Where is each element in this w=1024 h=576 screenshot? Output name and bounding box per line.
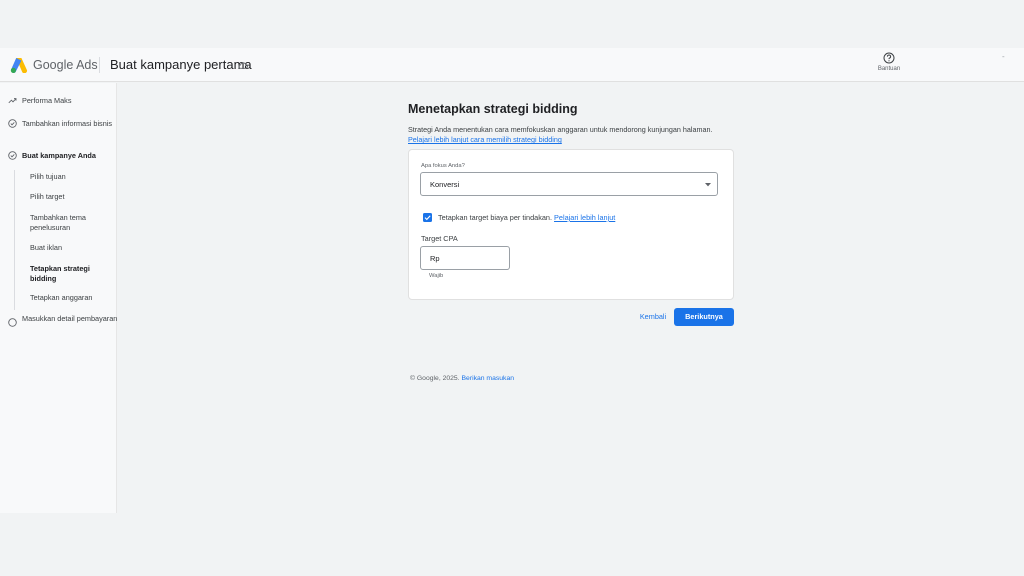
back-button[interactable]: Kembali (634, 309, 672, 325)
learn-more-bidding-link[interactable]: Pelajari lebih lanjut cara memilih strat… (408, 135, 562, 144)
sidebar-tree-line (14, 170, 15, 310)
sidebar-subitem-tetapkan-strategi-bidding[interactable]: Tetapkan strategi bidding (30, 264, 112, 284)
checkbox-label: Tetapkan target biaya per tindakan. (438, 213, 552, 222)
sidebar-subitem-tambahkan-tema-penelusuran[interactable]: Tambahkan tema penelusuran (30, 213, 112, 233)
trending-up-icon (8, 98, 17, 104)
sidebar-item-label: Tambahkan informasi bisnis (22, 119, 113, 128)
checkbox-learn-more-link[interactable]: Pelajari lebih lanjut (554, 213, 615, 222)
checkmark-icon (424, 215, 431, 221)
help-label: Bantuan (877, 66, 901, 72)
focus-select-value: Konversi (430, 180, 460, 189)
checkbox-label-wrapper: Tetapkan target biaya per tindakan. Pela… (438, 213, 615, 222)
check-circle-icon (8, 151, 17, 160)
page-title: Menetapkan strategi bidding (408, 102, 578, 116)
cloud-saved-icon (238, 62, 248, 69)
empty-circle-icon (8, 318, 17, 327)
sidebar-subitem-pilih-target[interactable]: Pilih target (30, 192, 112, 202)
required-hint: Wajib (429, 273, 444, 279)
focus-select[interactable]: Konversi (420, 172, 718, 196)
copyright-text: © Google, 2025. (410, 375, 460, 382)
sidebar-item-label: Masukkan detail pembayaran (22, 314, 118, 323)
focus-label: Apa fokus Anda? (421, 163, 465, 169)
footer: © Google, 2025. Berikan masukan (410, 375, 514, 382)
sidebar-item-label: Performa Maks (22, 96, 72, 105)
header-dash: - (1002, 52, 1005, 61)
sidebar: Performa Maks Tambahkan informasi bisnis… (0, 83, 117, 513)
feedback-link[interactable]: Berikan masukan (462, 375, 515, 382)
help-button[interactable]: Bantuan (874, 52, 904, 72)
check-circle-icon (8, 119, 17, 128)
target-cpa-checkbox[interactable] (423, 213, 432, 222)
sidebar-item-label: Buat kampanye Anda (22, 151, 96, 160)
campaign-title: Buat kampanye pertama (110, 57, 252, 72)
page-description: Strategi Anda menentukan cara memfokuska… (408, 125, 713, 134)
brand-name: Google Ads (33, 58, 98, 72)
sidebar-subitem-pilih-tujuan[interactable]: Pilih tujuan (30, 172, 112, 182)
target-cpa-input[interactable]: Rp (420, 246, 510, 270)
dropdown-arrow-icon (705, 183, 711, 187)
sidebar-subitem-buat-iklan[interactable]: Buat iklan (30, 243, 112, 253)
google-ads-logo-icon[interactable] (10, 57, 28, 73)
header-divider (99, 57, 100, 73)
top-bar: Google Ads Buat kampanye pertama Bantuan… (0, 48, 1024, 82)
sidebar-subitem-tetapkan-anggaran[interactable]: Tetapkan anggaran (30, 293, 112, 303)
next-button[interactable]: Berikutnya (674, 308, 734, 326)
target-cpa-label: Target CPA (421, 234, 458, 243)
bidding-card: Apa fokus Anda? Konversi Tetapkan target… (408, 149, 734, 300)
help-icon (883, 52, 895, 64)
currency-prefix: Rp (430, 254, 440, 263)
